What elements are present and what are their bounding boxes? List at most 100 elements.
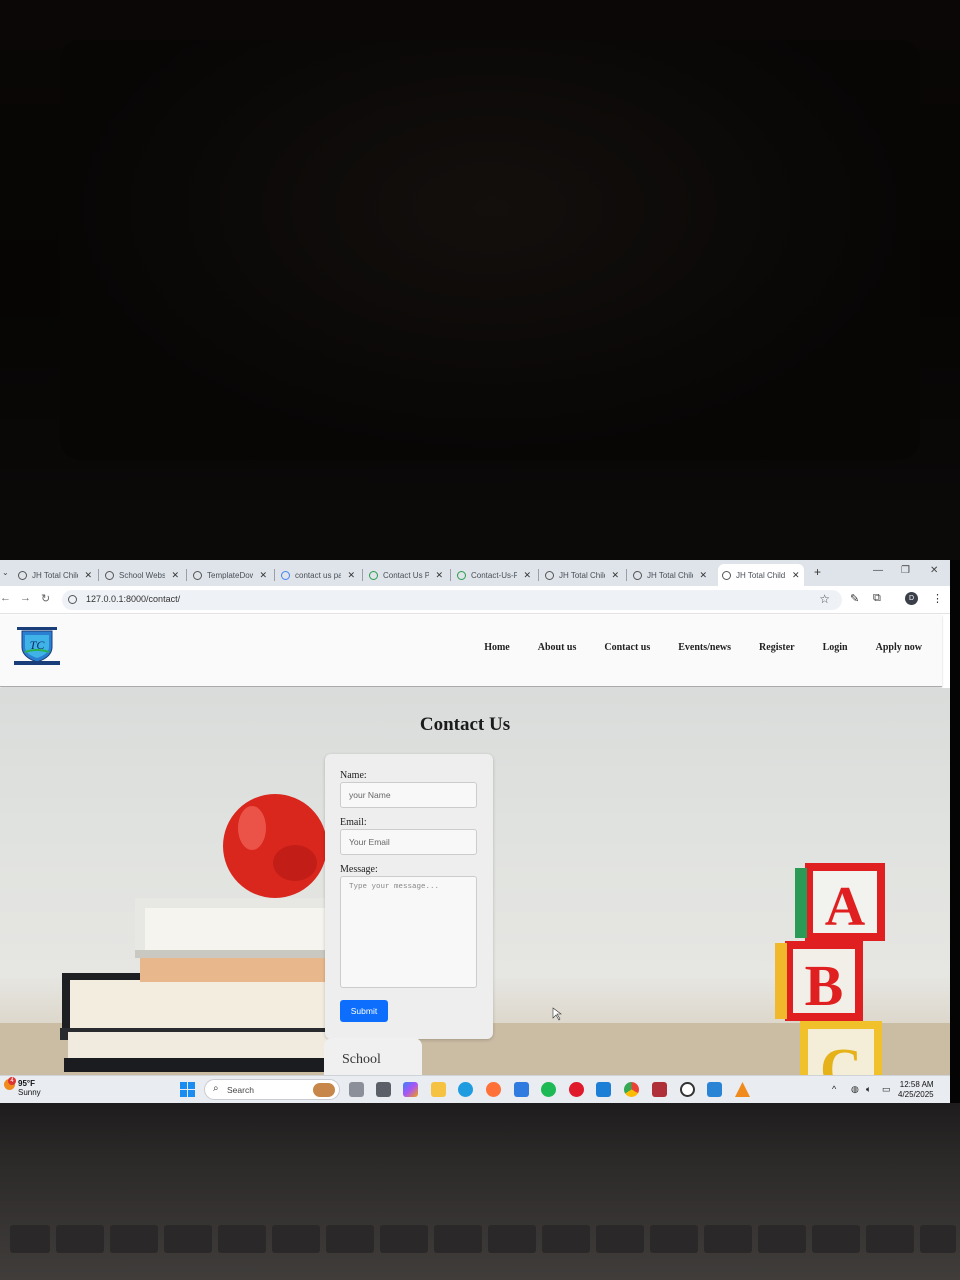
name-label: Name: xyxy=(340,770,367,781)
weather-desc: Sunny xyxy=(18,1088,41,1097)
taskbar-clock[interactable]: 12:58 AM 4/25/2025 xyxy=(898,1080,934,1100)
globe-icon xyxy=(193,570,202,580)
url-text[interactable]: 127.0.0.1:8000/contact/ xyxy=(86,594,180,604)
keyboard-key xyxy=(380,1225,428,1253)
weather-widget[interactable]: 4 95°F Sunny xyxy=(4,1077,41,1097)
tab-7[interactable]: JH Total Child ✕ xyxy=(541,564,623,586)
keyboard-key xyxy=(56,1225,104,1253)
nav-register[interactable]: Register xyxy=(759,642,795,653)
contact-form: Name: your Name Email: Your Email Messag… xyxy=(325,754,493,1039)
copilot-icon[interactable] xyxy=(403,1082,418,1097)
tab-separator xyxy=(186,569,187,581)
tab-2[interactable]: School Website ✕ xyxy=(101,564,183,586)
firefox-icon[interactable] xyxy=(486,1082,501,1097)
nav-login[interactable]: Login xyxy=(823,642,848,653)
globe-icon xyxy=(633,570,642,580)
opera-icon[interactable] xyxy=(569,1082,584,1097)
edge-icon[interactable] xyxy=(458,1082,473,1097)
address-toolbar: ← → ↻ 127.0.0.1:8000/contact/ ☆ ✎ ⧉ D ⋮ xyxy=(0,586,950,614)
message-textarea[interactable]: Type your message... xyxy=(340,876,477,988)
address-bar[interactable]: 127.0.0.1:8000/contact/ ☆ xyxy=(62,590,842,610)
battery-icon[interactable]: ▭ xyxy=(882,1084,891,1095)
tab-4[interactable]: contact us pa ✕ xyxy=(277,564,359,586)
vscode-icon[interactable] xyxy=(596,1082,611,1097)
keyboard-key xyxy=(650,1225,698,1253)
close-icon[interactable]: ✕ xyxy=(611,570,619,581)
close-icon[interactable]: ✕ xyxy=(84,570,92,581)
close-icon[interactable]: ✕ xyxy=(523,570,531,581)
minimize-icon[interactable]: — xyxy=(873,565,883,576)
taskbar-search[interactable]: ⌕ Search xyxy=(204,1079,340,1100)
close-icon[interactable]: ✕ xyxy=(699,570,707,581)
close-icon[interactable]: ✕ xyxy=(171,570,179,581)
profile-avatar[interactable]: D xyxy=(905,592,918,605)
nav-home[interactable]: Home xyxy=(484,642,510,653)
chrome-icon[interactable] xyxy=(624,1082,639,1097)
keyboard-key xyxy=(596,1225,644,1253)
telegram-icon[interactable] xyxy=(652,1082,667,1097)
forward-icon[interactable]: → xyxy=(20,592,31,604)
globe-icon xyxy=(722,570,731,580)
vlc-icon[interactable] xyxy=(735,1082,750,1097)
laptop-screen: ⌄ JH Total Child ✕ School Website ✕ Templa… xyxy=(0,560,950,1100)
reload-icon[interactable]: ↻ xyxy=(41,592,50,605)
obs-icon[interactable] xyxy=(680,1082,695,1097)
google-icon xyxy=(281,570,290,580)
laptop-bezel-top xyxy=(0,0,960,500)
volume-icon[interactable]: 🔈︎ xyxy=(866,1084,871,1095)
close-icon[interactable]: ✕ xyxy=(347,570,355,581)
tab-3[interactable]: TemplateDown ✕ xyxy=(189,564,271,586)
file-explorer-icon[interactable] xyxy=(431,1082,446,1097)
weather-temp: 95°F xyxy=(18,1079,35,1088)
widgets-icon[interactable] xyxy=(376,1082,391,1097)
site-info-icon[interactable] xyxy=(68,595,77,604)
tab-label: contact us pa xyxy=(295,570,342,580)
email-label: Email: xyxy=(340,817,367,828)
tray-chevron-icon[interactable]: ^ xyxy=(832,1084,836,1094)
tab-6[interactable]: Contact-Us-P ✕ xyxy=(453,564,535,586)
extensions-icon[interactable]: ⧉ xyxy=(873,592,881,605)
keyboard-key xyxy=(758,1225,806,1253)
tab-separator xyxy=(450,569,451,581)
close-icon[interactable]: ✕ xyxy=(259,570,267,581)
submit-button[interactable]: Submit xyxy=(340,1000,388,1022)
back-icon[interactable]: ← xyxy=(0,592,11,604)
tab-5[interactable]: Contact Us Pa ✕ xyxy=(365,564,447,586)
tab-1[interactable]: JH Total Child ✕ xyxy=(14,564,96,586)
name-input[interactable]: your Name xyxy=(340,782,477,808)
windows-taskbar: 4 95°F Sunny ⌕ Search ^ ◍ 🔈︎ ▭ 12:58 AM 4/… xyxy=(0,1075,950,1103)
spotify-icon[interactable] xyxy=(541,1082,556,1097)
nav-contact-us[interactable]: Contact us xyxy=(604,642,650,653)
photos-icon[interactable] xyxy=(707,1082,722,1097)
keyboard-key xyxy=(272,1225,320,1253)
language-globe-icon[interactable]: ◍ xyxy=(851,1084,859,1095)
deepseek-icon xyxy=(369,570,378,580)
nav-events-news[interactable]: Events/news xyxy=(678,642,731,653)
school-card-title: School xyxy=(342,1052,381,1067)
nav-apply-now[interactable]: Apply now xyxy=(876,642,922,653)
email-input[interactable]: Your Email xyxy=(340,829,477,855)
bezel-reflection xyxy=(60,40,920,460)
task-view-icon[interactable] xyxy=(349,1082,364,1097)
bookmark-star-icon[interactable]: ☆ xyxy=(819,592,830,606)
school-logo[interactable]: TC xyxy=(14,627,60,665)
menu-dots-icon[interactable]: ⋮ xyxy=(932,592,943,605)
close-icon[interactable]: ✕ xyxy=(435,570,443,581)
nav-about-us[interactable]: About us xyxy=(538,642,577,653)
tab-8[interactable]: JH Total Child ✕ xyxy=(629,564,711,586)
globe-icon xyxy=(18,570,27,580)
restore-icon[interactable]: ❐ xyxy=(901,565,910,576)
tab-label: JH Total Child xyxy=(736,570,786,580)
globe-icon xyxy=(545,570,554,580)
store-icon[interactable] xyxy=(514,1082,529,1097)
tab-search-chevron-icon[interactable]: ⌄ xyxy=(2,568,9,577)
close-icon[interactable]: ✕ xyxy=(792,570,800,581)
screen-frame xyxy=(0,500,960,560)
pen-icon[interactable]: ✎ xyxy=(850,592,859,605)
search-highlight-icon xyxy=(313,1083,335,1097)
new-tab-button[interactable]: + xyxy=(814,565,821,579)
tab-9-active[interactable]: JH Total Child ✕ xyxy=(718,564,804,586)
windows-start-icon[interactable] xyxy=(180,1082,195,1097)
tab-separator xyxy=(626,569,627,581)
close-window-icon[interactable]: ✕ xyxy=(930,565,938,576)
